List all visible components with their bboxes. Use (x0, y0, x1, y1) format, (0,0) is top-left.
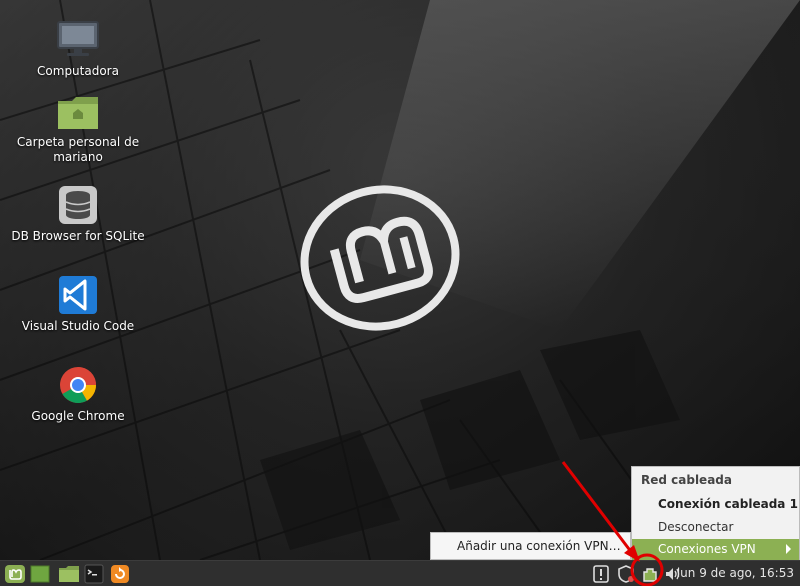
desktop-icon-label: Visual Studio Code (21, 319, 135, 333)
add-vpn-connection-item[interactable]: Añadir una conexión VPN… (457, 539, 621, 553)
home-folder-icon (58, 97, 98, 129)
desktop-icon-label: Google Chrome (31, 409, 125, 423)
desktop-icon-label: Carpeta personal de mariano (16, 135, 140, 164)
desktop-icon-label: Computadora (37, 64, 119, 78)
desktop-icon-home-folder[interactable]: Carpeta personal de mariano (8, 95, 148, 165)
update-manager-icon[interactable] (110, 564, 130, 584)
menu-icon[interactable] (4, 564, 26, 584)
database-icon (59, 186, 97, 224)
notifications-icon[interactable] (592, 564, 610, 584)
vpn-connections-label: Conexiones VPN (658, 542, 756, 556)
terminal-icon[interactable] (84, 564, 104, 584)
desktop-icon-chrome[interactable]: Google Chrome (8, 365, 148, 424)
clock[interactable]: lun 9 de ago, 16:53 (677, 566, 794, 580)
chevron-right-icon (786, 544, 791, 554)
show-desktop-icon[interactable] (30, 564, 50, 584)
network-menu: Red cableada Conexión cableada 1 Descone… (631, 466, 800, 560)
chrome-icon (60, 367, 97, 404)
vpn-submenu: Añadir una conexión VPN… (430, 532, 631, 560)
desktop-icon-computer[interactable]: Computadora (8, 20, 148, 79)
file-manager-icon[interactable] (58, 564, 80, 584)
vscode-icon (59, 276, 97, 314)
network-icon[interactable] (640, 564, 660, 584)
disconnect-item[interactable]: Desconectar (658, 520, 733, 534)
taskbar: lun 9 de ago, 16:53 (0, 560, 800, 586)
desktop-icon-db-browser[interactable]: DB Browser for SQLite (8, 185, 148, 244)
desktop-icon-label: DB Browser for SQLite (11, 229, 145, 243)
network-menu-header: Red cableada (641, 473, 732, 487)
wired-connection-item[interactable]: Conexión cableada 1 (658, 497, 798, 511)
desktop-icon-vscode[interactable]: Visual Studio Code (8, 275, 148, 334)
shield-icon[interactable] (616, 564, 636, 584)
computer-icon (57, 21, 99, 56)
vpn-connections-item[interactable]: Conexiones VPN (632, 539, 799, 560)
